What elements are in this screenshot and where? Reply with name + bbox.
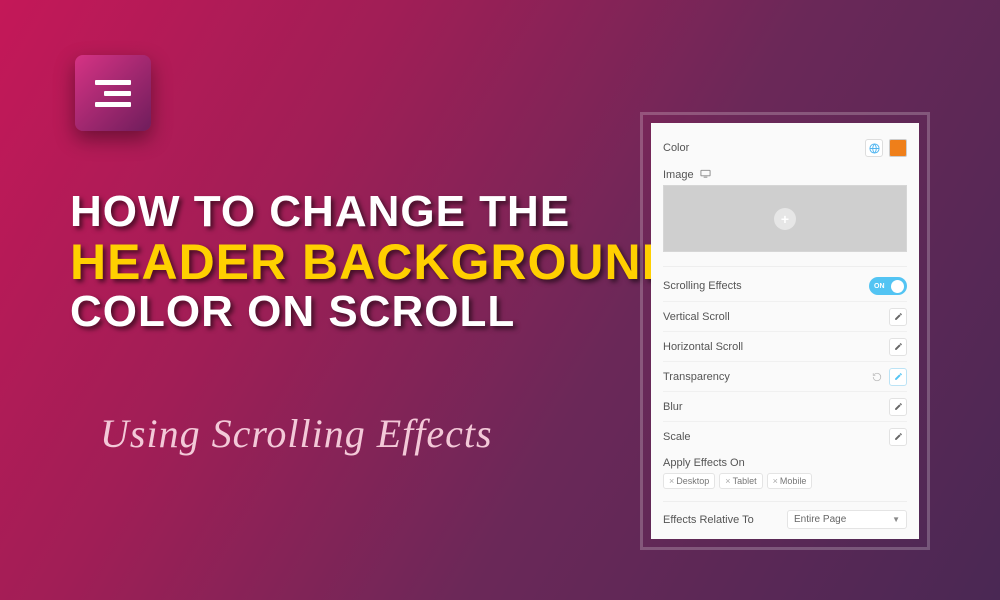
scrolling-effects-label: Scrolling Effects (663, 280, 742, 292)
color-row: Color (663, 133, 907, 163)
scrolling-effects-row: Scrolling Effects ON (663, 271, 907, 301)
headline-line-1: HOW TO CHANGE THE (70, 190, 679, 235)
effects-relative-label: Effects Relative To (663, 514, 754, 526)
horizontal-scroll-row: Horizontal Scroll (663, 331, 907, 361)
effects-relative-row: Effects Relative To Entire Page ▼ (663, 506, 907, 529)
scrolling-effects-toggle[interactable]: ON (869, 277, 907, 295)
scale-label: Scale (663, 431, 691, 443)
transparency-label: Transparency (663, 371, 730, 383)
device-tag-mobile[interactable]: ×Mobile (767, 473, 813, 489)
device-tag-desktop[interactable]: ×Desktop (663, 473, 715, 489)
vertical-scroll-label: Vertical Scroll (663, 311, 730, 323)
remove-icon: × (669, 476, 674, 486)
image-row-header: Image (663, 163, 907, 185)
blur-row: Blur (663, 391, 907, 421)
edit-horizontal-scroll-button[interactable] (889, 338, 907, 356)
select-value: Entire Page (794, 514, 846, 525)
image-upload-box[interactable]: + (663, 185, 907, 252)
blur-label: Blur (663, 401, 683, 413)
settings-panel: Color Image + Scrolling Effects ON (651, 123, 919, 539)
headline: HOW TO CHANGE THE HEADER BACKGROUND COLO… (70, 190, 679, 335)
edit-vertical-scroll-button[interactable] (889, 308, 907, 326)
remove-icon: × (773, 476, 778, 486)
apply-effects-label: Apply Effects On (663, 451, 907, 473)
horizontal-scroll-label: Horizontal Scroll (663, 341, 743, 353)
responsive-icon[interactable] (700, 169, 711, 181)
effects-relative-select[interactable]: Entire Page ▼ (787, 510, 907, 529)
panel-frame: Color Image + Scrolling Effects ON (640, 112, 930, 550)
reset-transparency-button[interactable] (870, 370, 884, 384)
edit-scale-button[interactable] (889, 428, 907, 446)
device-tags: ×Desktop ×Tablet ×Mobile (663, 473, 907, 497)
toggle-knob (891, 280, 904, 293)
image-label: Image (663, 169, 694, 181)
elementor-logo-glyph (95, 80, 131, 107)
toggle-state-label: ON (874, 283, 885, 290)
plus-icon: + (774, 208, 796, 230)
edit-transparency-button[interactable] (889, 368, 907, 386)
scale-row: Scale (663, 421, 907, 451)
global-color-button[interactable] (865, 139, 883, 157)
color-swatch[interactable] (889, 139, 907, 157)
edit-blur-button[interactable] (889, 398, 907, 416)
elementor-logo (75, 55, 151, 131)
remove-icon: × (725, 476, 730, 486)
vertical-scroll-row: Vertical Scroll (663, 301, 907, 331)
headline-line-3: COLOR ON SCROLL (70, 290, 679, 335)
subtitle: Using Scrolling Effects (100, 410, 493, 457)
chevron-down-icon: ▼ (892, 515, 900, 524)
headline-line-2: HEADER BACKGROUND (70, 237, 679, 288)
device-tag-tablet[interactable]: ×Tablet (719, 473, 762, 489)
color-label: Color (663, 142, 689, 154)
transparency-row: Transparency (663, 361, 907, 391)
